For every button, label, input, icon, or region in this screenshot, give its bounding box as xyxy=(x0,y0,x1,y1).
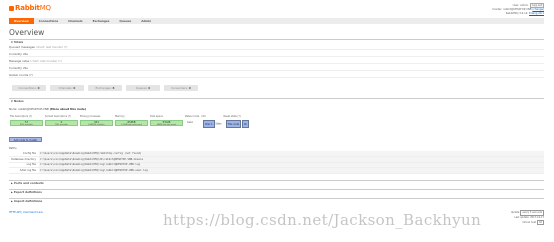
button-count: 0 xyxy=(188,86,191,90)
refresh-controls: Update every 5 seconds Last update: 2017-… xyxy=(510,210,544,226)
table-row: SASL log file C:\Users\xxx\AppData\Roamin… xyxy=(9,167,544,174)
currently-idle-text: Currently idle xyxy=(9,52,28,56)
erlang-link[interactable]: Erlang 20.1 xyxy=(529,12,544,15)
tab-exchanges[interactable]: Exchanges xyxy=(88,18,115,24)
button-count: 8 xyxy=(112,86,115,90)
metric-limit: 7281 available xyxy=(54,124,69,127)
button-count: 0 xyxy=(148,86,151,90)
import-header-label: Import definitions xyxy=(13,199,43,203)
socket-descriptors-meter: 0 7281 available xyxy=(45,120,78,127)
queues-count-button[interactable]: Queues: 0 xyxy=(126,85,160,91)
nodes-header-label: Nodes xyxy=(13,99,24,103)
metric-limit: 48MiB low watermark xyxy=(156,124,177,127)
more-about-node-link[interactable]: (More about this node) xyxy=(50,107,86,111)
export-header-label: Export definitions xyxy=(13,190,42,194)
path-key: SASL log file xyxy=(9,167,39,174)
import-section-header[interactable]: ▶Import definitions xyxy=(9,198,544,203)
totals-section-header[interactable]: ▼Totals xyxy=(9,39,544,44)
channels-count-button[interactable]: Channels: 0 xyxy=(50,85,84,91)
reset-all-button[interactable]: All xyxy=(241,120,249,129)
footer-links: HTTP API | Command Line xyxy=(9,211,43,214)
global-counts-row: Global counts (?) xyxy=(9,72,544,78)
node-line: Node: rabbit@DESKTOP-VNB (More about thi… xyxy=(9,107,86,111)
message-rates-label: Message rates xyxy=(9,59,30,63)
stats-badge: Stats xyxy=(215,122,222,126)
tab-overview[interactable]: Overview xyxy=(9,18,34,24)
queued-idle-row: Currently idle xyxy=(9,51,544,57)
user-info: User: admin Log out Cluster: rabbit@DESKT… xyxy=(492,3,544,15)
memory-meter: 65MiB 3.2GiB high watermark xyxy=(115,120,148,127)
button-label: Consumers: xyxy=(171,86,188,90)
queued-messages-label: Queued messages xyxy=(9,45,35,49)
path-value: C:\Users\xxx\AppData\Roaming\RabbitMQ\lo… xyxy=(39,167,544,174)
main-nav: Overview Connections Channels Exchanges … xyxy=(9,18,544,24)
update-interval-select[interactable]: every 5 seconds xyxy=(520,210,544,216)
add-node-button[interactable]: Add node to cluster xyxy=(9,137,42,142)
disk-space-meter: 53GiB 48MiB low watermark xyxy=(150,120,183,127)
button-count: 0 xyxy=(37,86,40,90)
button-label: Connections: xyxy=(18,86,37,90)
http-api-link[interactable]: HTTP API xyxy=(9,211,21,214)
node-name[interactable]: rabbit@DESKTOP-VNB xyxy=(18,107,49,111)
expand-arrow-icon: ▶ xyxy=(11,200,13,203)
watermark: https://blog.csdn.net/Jackson_Backhyun xyxy=(163,211,482,229)
reset-this-node-button[interactable]: This node xyxy=(225,120,242,129)
queued-messages-row: Queued messages (chart: last minute) (?) xyxy=(9,44,544,50)
ports-header-label: Ports and contexts xyxy=(13,181,44,185)
paths-table: Config file C:\Users\xxx\AppData\Roaming\… xyxy=(9,151,544,174)
message-rates-row: Message rates (chart: last minute) (?) xyxy=(9,58,544,64)
export-section-header[interactable]: ▶Export definitions xyxy=(9,189,544,194)
nodes-section-header[interactable]: ▼Nodes xyxy=(9,98,544,103)
node-prefix: Node: xyxy=(9,107,18,111)
currently-idle-text: Currently idle xyxy=(9,66,28,70)
queued-messages-sub[interactable]: (chart: last minute) (?) xyxy=(36,45,68,49)
rabbitmq-logo[interactable]: Rabbit MQ xyxy=(9,4,51,12)
rates-idle-row: Currently idle xyxy=(9,65,544,71)
global-counts-label: Global counts (?) xyxy=(9,73,33,77)
button-count: 0 xyxy=(73,86,76,90)
tab-connections[interactable]: Connections xyxy=(34,18,63,24)
virtual-host-label: Virtual host xyxy=(522,220,537,224)
rabbit-icon xyxy=(9,5,14,11)
consumers-count-button[interactable]: Consumers: 0 xyxy=(164,85,198,91)
disc-badge: Disc 1 xyxy=(203,120,215,129)
button-label: Exchanges: xyxy=(95,86,112,90)
update-label: Update xyxy=(510,211,520,214)
logo-text-rabbit: Rabbit xyxy=(15,4,40,12)
page-title: Overview xyxy=(9,28,45,37)
message-rates-sub[interactable]: (chart: last minute) (?) xyxy=(30,59,62,63)
paths-label: Paths xyxy=(9,146,17,150)
app-header: Rabbit MQ User: admin Log out Cluster: rab… xyxy=(0,0,554,18)
connections-count-button[interactable]: Connections: 0 xyxy=(12,85,46,91)
expand-arrow-icon: ▶ xyxy=(11,191,13,194)
expand-arrow-icon: ▶ xyxy=(11,182,13,185)
metric-limit: 3.2GiB high watermark xyxy=(121,124,142,127)
erlang-processes-meter: 341 1048576 available xyxy=(80,120,113,127)
tab-queues[interactable]: Queues xyxy=(114,18,136,24)
tab-channels[interactable]: Channels xyxy=(63,18,87,24)
reset-cell: This node All xyxy=(224,120,249,129)
collapse-arrow-icon: ▼ xyxy=(11,100,13,103)
virtual-host-select[interactable]: All xyxy=(537,219,544,226)
ports-section-header[interactable]: ▶Ports and contexts xyxy=(9,180,544,185)
button-label: Channels: xyxy=(58,86,73,90)
user-label: User: admin xyxy=(512,4,529,7)
nodes-table: File descriptors (?) Socket descriptors … xyxy=(9,116,250,129)
exchanges-count-button[interactable]: Exchanges: 8 xyxy=(88,85,122,91)
button-label: Queues: xyxy=(135,86,148,90)
global-counts-buttons: Connections: 0 Channels: 0 Exchanges: 8 … xyxy=(12,85,198,91)
metric-limit: 1048576 available xyxy=(88,124,105,127)
version-label: RabbitMQ 3.6.12, xyxy=(505,11,529,15)
command-line-link[interactable]: Command Line xyxy=(23,211,43,214)
metric-limit: 8192 available xyxy=(19,124,34,127)
file-descriptors-meter: 57 8192 available xyxy=(10,120,43,127)
info-cell: Disc 1 Stats xyxy=(201,120,222,129)
rates-mode-value: basic xyxy=(187,121,194,125)
tab-admin[interactable]: Admin xyxy=(136,18,156,24)
logo-text-mq: MQ xyxy=(39,4,51,12)
